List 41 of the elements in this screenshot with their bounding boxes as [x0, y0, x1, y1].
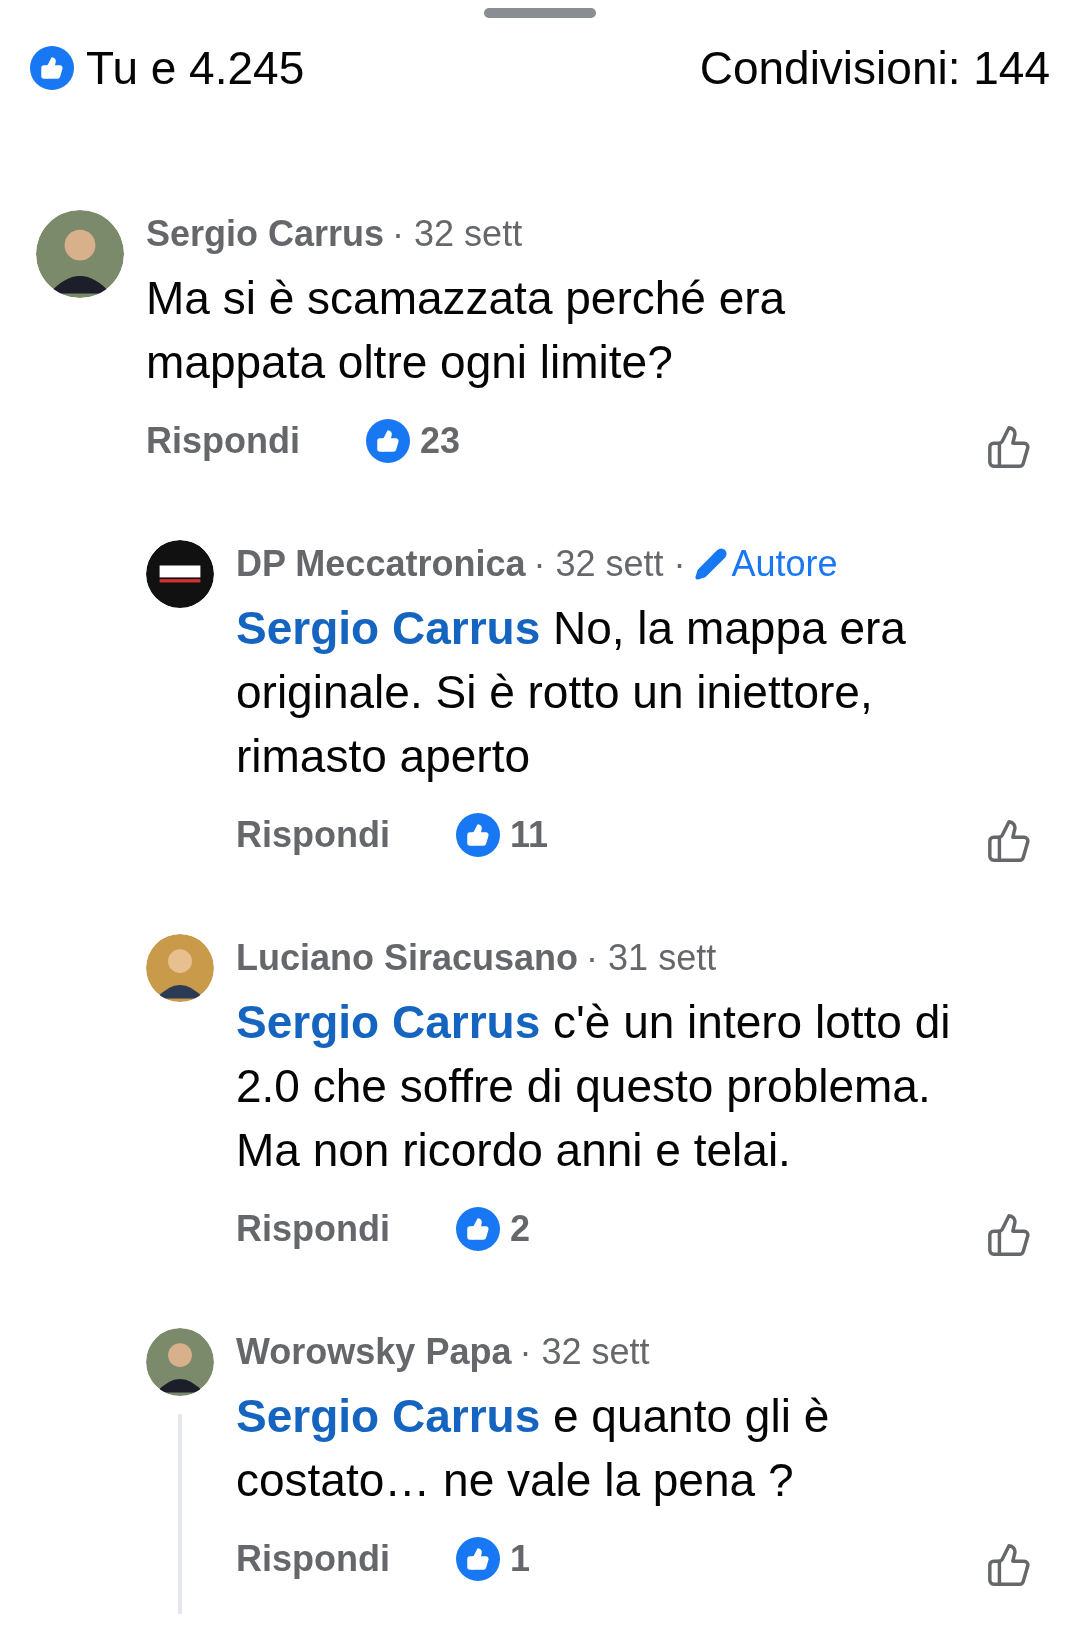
avatar[interactable] — [146, 540, 214, 608]
like-icon — [456, 1207, 500, 1251]
like-button-icon[interactable] — [986, 1212, 1032, 1258]
comment-time: · 31 sett — [586, 936, 717, 980]
like-count: 1 — [510, 1537, 531, 1581]
like-icon — [456, 813, 500, 857]
like-icon — [456, 1537, 500, 1581]
like-icon — [366, 419, 410, 463]
reply-link[interactable]: Rispondi — [236, 808, 456, 862]
comment-text: Sergio Carrus No, la mappa era originale. Si è rotto un iniettore, rimasto aperto — [236, 601, 907, 784]
comment-time: · 32 sett — [519, 1330, 650, 1374]
like-button-icon[interactable] — [986, 424, 1032, 470]
mention-link[interactable]: Sergio Carrus — [236, 602, 541, 654]
reply-link[interactable]: Rispondi — [236, 1202, 456, 1256]
like-count: 2 — [510, 1207, 531, 1251]
reply-link[interactable]: Rispondi — [236, 1532, 456, 1586]
pencil-icon — [693, 547, 728, 581]
avatar[interactable] — [36, 210, 124, 298]
like-count: 23 — [420, 419, 461, 463]
comment-time: · 32 sett — [392, 212, 523, 256]
reply-link[interactable]: Rispondi — [146, 414, 366, 468]
author-name[interactable]: DP Meccatronica — [236, 540, 526, 588]
reactions-count[interactable]: Tu e 4.245 — [86, 33, 305, 103]
avatar[interactable] — [146, 934, 214, 1002]
comment-text: Ma si è scamazzata perché era mappata oltre ogni limite? — [146, 271, 787, 390]
author-name[interactable]: Worowsky Papa — [236, 1328, 512, 1376]
avatar[interactable] — [146, 1328, 214, 1396]
comment-time: · 32 sett · — [533, 542, 686, 586]
author-name[interactable]: Luciano Siracusano — [236, 934, 579, 982]
like-icon — [30, 46, 74, 90]
shares-count[interactable]: Condivisioni: 144 — [699, 33, 1050, 103]
like-count: 11 — [510, 813, 549, 857]
comment-text: Sergio Carrus e quanto gli è costato… ne vale la pena ? — [236, 1389, 831, 1508]
mention-link[interactable]: Sergio Carrus — [236, 996, 541, 1048]
like-button-icon[interactable] — [986, 818, 1032, 864]
author-label: Autore — [731, 542, 838, 586]
like-button-icon[interactable] — [986, 1542, 1032, 1588]
mention-link[interactable]: Sergio Carrus — [236, 1390, 541, 1442]
author-name[interactable]: Sergio Carrus — [146, 210, 385, 258]
drag-handle[interactable] — [484, 8, 596, 18]
comment-text: Sergio Carrus c'è un intero lotto di 2.0 che soffre di questo problema. Ma non ricordo anni e telai. — [236, 995, 952, 1178]
